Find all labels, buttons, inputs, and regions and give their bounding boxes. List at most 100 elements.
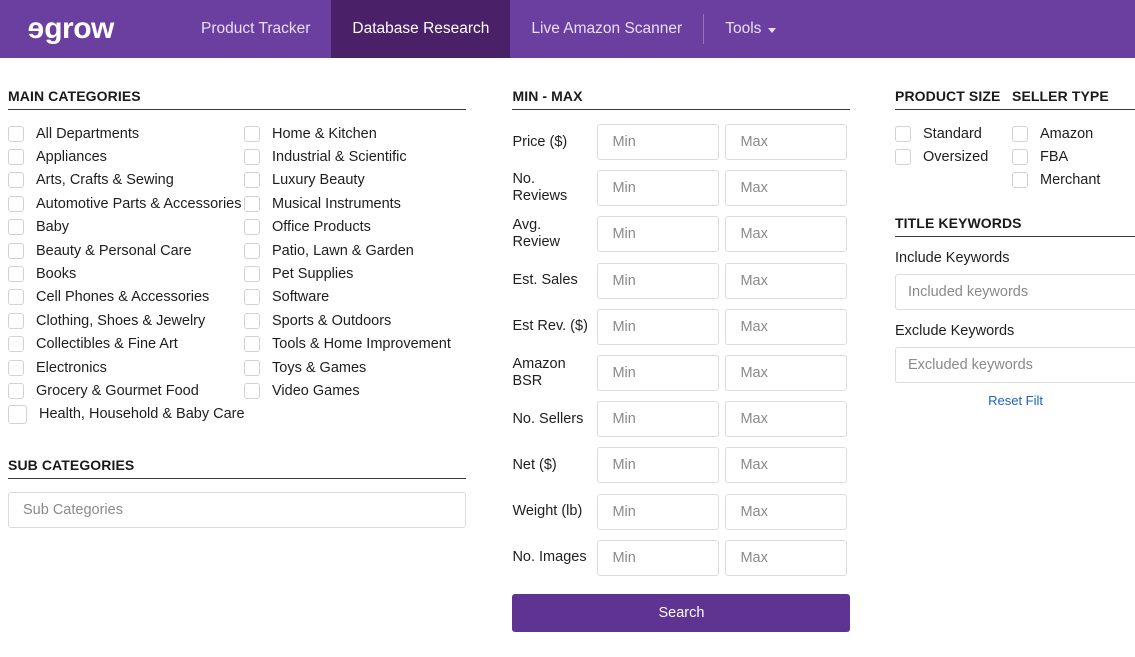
category-row[interactable]: Appliances: [8, 145, 244, 168]
category-row[interactable]: Industrial & Scientific: [244, 145, 480, 168]
category-label: Cell Phones & Accessories: [36, 289, 210, 306]
max-input[interactable]: Max: [725, 493, 848, 530]
category-checkbox[interactable]: [8, 172, 24, 189]
category-row[interactable]: Baby: [8, 216, 244, 239]
min-input[interactable]: Min: [597, 124, 720, 161]
category-checkbox[interactable]: [244, 242, 260, 259]
min-max-row: Price ($) Min Max: [512, 119, 895, 165]
category-row[interactable]: Beauty & Personal Care: [8, 239, 244, 262]
max-input[interactable]: Max: [725, 124, 848, 161]
seller-type-checkbox[interactable]: [1012, 149, 1028, 166]
nav-item-live-amazon-scanner[interactable]: Live Amazon Scanner: [510, 0, 703, 58]
max-input[interactable]: Max: [725, 355, 848, 392]
category-row[interactable]: Health, Household & Baby Care: [8, 403, 245, 426]
category-row[interactable]: Cell Phones & Accessories: [8, 286, 244, 309]
category-row[interactable]: Pet Supplies: [244, 262, 480, 285]
min-input[interactable]: Min: [597, 216, 720, 253]
min-input[interactable]: Min: [597, 401, 720, 438]
category-checkbox[interactable]: [244, 266, 260, 283]
category-checkbox[interactable]: [244, 125, 260, 142]
search-button[interactable]: Search: [512, 593, 851, 632]
product-size-row[interactable]: Oversized: [895, 145, 1012, 168]
seller-type-row[interactable]: Amazon: [1012, 122, 1135, 145]
min-input[interactable]: Min: [597, 539, 720, 576]
product-size-row[interactable]: Standard: [895, 122, 1012, 145]
brand-logo-area[interactable]: e grow: [0, 0, 180, 58]
category-row[interactable]: Books: [8, 262, 244, 285]
category-checkbox[interactable]: [244, 289, 260, 306]
seller-type-row[interactable]: FBA: [1012, 145, 1135, 168]
category-checkbox[interactable]: [244, 336, 260, 353]
category-checkbox[interactable]: [8, 382, 24, 399]
include-keywords-input[interactable]: Included keywords: [895, 274, 1135, 311]
category-row[interactable]: Home & Kitchen: [244, 122, 480, 145]
exclude-keywords-label: Exclude Keywords: [895, 323, 1015, 340]
category-checkbox[interactable]: [8, 289, 24, 306]
max-input[interactable]: Max: [725, 170, 848, 207]
min-max-label: Weight (lb): [512, 503, 583, 520]
category-checkbox[interactable]: [8, 359, 24, 376]
category-checkbox[interactable]: [8, 219, 24, 236]
max-input[interactable]: Max: [725, 216, 848, 253]
category-label: Luxury Beauty: [272, 172, 365, 189]
product-size-checkbox[interactable]: [895, 149, 911, 166]
seller-type-checkbox[interactable]: [1012, 172, 1028, 189]
category-row[interactable]: Tools & Home Improvement: [244, 333, 480, 356]
category-checkbox[interactable]: [244, 219, 260, 236]
min-max-title: MIN - MAX: [512, 88, 851, 110]
category-row[interactable]: Sports & Outdoors: [244, 309, 480, 332]
category-row[interactable]: Electronics: [8, 356, 244, 379]
category-checkbox[interactable]: [244, 382, 260, 399]
category-row[interactable]: All Departments: [8, 122, 244, 145]
max-input[interactable]: Max: [725, 308, 848, 345]
category-row[interactable]: Toys & Games: [244, 356, 480, 379]
min-input[interactable]: Min: [597, 355, 720, 392]
category-checkbox[interactable]: [244, 172, 260, 189]
egrow-logo[interactable]: e grow: [28, 12, 114, 45]
category-row[interactable]: Arts, Crafts & Sewing: [8, 169, 244, 192]
category-row[interactable]: Software: [244, 286, 480, 309]
category-row[interactable]: Clothing, Shoes & Jewelry: [8, 309, 244, 332]
category-checkbox[interactable]: [8, 195, 24, 212]
min-input[interactable]: Min: [597, 447, 720, 484]
category-row[interactable]: Video Games: [244, 379, 480, 402]
category-row[interactable]: Automotive Parts & Accessories: [8, 192, 244, 215]
seller-type-row[interactable]: Merchant: [1012, 169, 1135, 192]
category-row[interactable]: Collectibles & Fine Art: [8, 333, 244, 356]
category-checkbox[interactable]: [244, 195, 260, 212]
category-checkbox[interactable]: [8, 149, 24, 166]
max-input[interactable]: Max: [725, 447, 848, 484]
max-input[interactable]: Max: [725, 539, 848, 576]
category-checkbox[interactable]: [8, 242, 24, 259]
sub-categories-input[interactable]: Sub Categories: [8, 492, 466, 529]
min-input[interactable]: Min: [597, 170, 720, 207]
category-row[interactable]: Luxury Beauty: [244, 169, 480, 192]
exclude-keywords-input[interactable]: Excluded keywords: [895, 347, 1135, 384]
category-checkbox[interactable]: [8, 312, 24, 329]
min-input[interactable]: Min: [597, 262, 720, 299]
seller-type-checkbox[interactable]: [1012, 125, 1028, 142]
nav-item-product-tracker[interactable]: Product Tracker: [180, 0, 331, 58]
main-categories-right-column: Home & Kitchen Industrial & Scientific Lux…: [244, 122, 480, 426]
nav-item-database-research[interactable]: Database Research: [331, 0, 511, 58]
category-label: Patio, Lawn & Garden: [272, 242, 414, 259]
max-input[interactable]: Max: [725, 262, 848, 299]
reset-filters-link[interactable]: Reset Filt: [895, 393, 1043, 408]
category-checkbox[interactable]: [8, 266, 24, 283]
category-checkbox[interactable]: [244, 359, 260, 376]
min-input[interactable]: Min: [597, 493, 720, 530]
product-size-checkbox[interactable]: [895, 125, 911, 142]
nav-item-tools[interactable]: Tools: [704, 0, 797, 58]
category-checkbox[interactable]: [8, 336, 24, 353]
max-input[interactable]: Max: [725, 401, 848, 438]
category-row[interactable]: Grocery & Gourmet Food: [8, 379, 244, 402]
category-checkbox[interactable]: [8, 404, 27, 424]
category-checkbox[interactable]: [244, 149, 260, 166]
category-row[interactable]: Office Products: [244, 216, 480, 239]
category-row[interactable]: Patio, Lawn & Garden: [244, 239, 480, 262]
category-checkbox[interactable]: [8, 125, 24, 142]
category-row[interactable]: Musical Instruments: [244, 192, 480, 215]
min-input[interactable]: Min: [597, 308, 720, 345]
category-checkbox[interactable]: [244, 312, 260, 329]
min-max-label: Avg. Review: [512, 217, 560, 251]
